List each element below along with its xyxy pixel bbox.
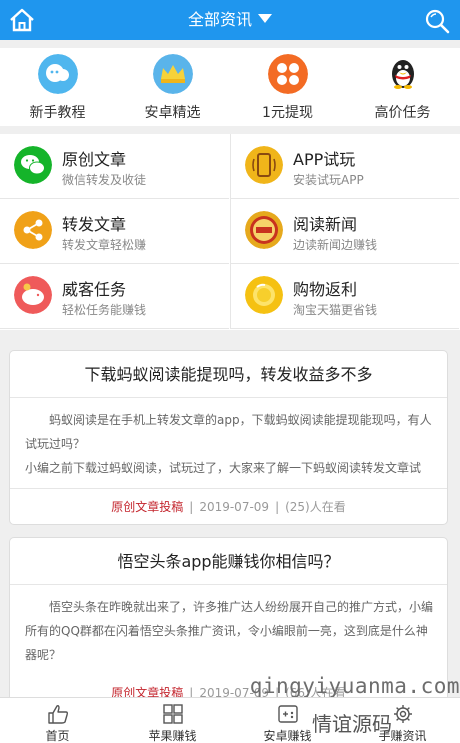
quick-nav-item-withdraw[interactable]: 1元提现 — [230, 48, 345, 126]
piggy-bank-icon — [14, 276, 52, 314]
article-card[interactable]: 下载蚂蚁阅读能提现吗，转发收益多不多 蚂蚁阅读是在手机上转发文章的app，下载蚂… — [9, 350, 448, 525]
gold-coin-icon — [245, 276, 283, 314]
category-title: 转发文章 — [62, 215, 127, 234]
category-read-news[interactable]: 阅读新闻 边读新闻边赚钱 — [230, 199, 459, 264]
category-subtitle: 微信转发及收徒 — [62, 173, 147, 187]
watermark-url: qingyiyuanma.com — [249, 674, 460, 698]
category-subtitle: 淘宝天猫更省钱 — [293, 303, 378, 317]
caret-down-icon — [258, 14, 272, 23]
quick-nav-item-high-task[interactable]: 高价任务 — [345, 48, 460, 126]
page: 全部资讯 新手教程 安卓精选 1元提现 高价任务 原创文章 微信转发及收徒 AP… — [0, 0, 460, 743]
category-subtitle: 安装试玩APP — [293, 173, 364, 187]
quick-nav: 新手教程 安卓精选 1元提现 高价任务 — [0, 48, 460, 126]
article-paragraph: 小编之前下载过蚂蚁阅读，试玩过了，大家来了解一下蚂蚁阅读转发文章试 — [25, 461, 422, 475]
tab-label: 首页 — [45, 729, 70, 743]
article-title[interactable]: 悟空头条app能赚钱你相信吗？ — [10, 538, 447, 585]
quick-nav-label: 安卓精选 — [144, 105, 201, 121]
watermark-name: 情谊源码 — [312, 712, 392, 736]
phone-vibrate-icon — [245, 146, 283, 184]
meta-divider: | — [189, 500, 194, 514]
meta-divider: | — [275, 500, 280, 514]
category-title: 威客任务 — [62, 280, 127, 299]
category-app-trial[interactable]: APP试玩 安装试玩APP — [230, 134, 459, 199]
top-header: 全部资讯 — [0, 0, 460, 40]
article-date: 2019-07-09 — [199, 500, 270, 514]
article-title[interactable]: 下载蚂蚁阅读能提现吗，转发收益多不多 — [10, 351, 447, 398]
category-grid: 原创文章 微信转发及收徒 APP试玩 安装试玩APP 转发文章 转发文章轻松赚 — [0, 134, 460, 330]
newbie-tutorial-icon — [37, 54, 78, 94]
quick-nav-item-newbie[interactable]: 新手教程 — [0, 48, 115, 126]
quick-nav-label: 高价任务 — [374, 105, 431, 121]
wechat-icon — [14, 146, 52, 184]
category-witkey-task[interactable]: 威客任务 轻松任务能赚钱 — [0, 264, 229, 329]
category-original-article[interactable]: 原创文章 微信转发及收徒 — [0, 134, 229, 199]
category-subtitle: 边读新闻边赚钱 — [293, 238, 378, 252]
article-views: (25)人在看 — [285, 500, 346, 514]
category-subtitle: 轻松任务能赚钱 — [62, 303, 147, 317]
article-excerpt: 蚂蚁阅读是在手机上转发文章的app，下载蚂蚁阅读能提现能现吗，有人试玩过吗？ 小… — [10, 398, 447, 488]
thumbs-up-icon — [47, 705, 68, 724]
share-icon — [14, 211, 52, 249]
gear-icon — [393, 705, 412, 723]
crown-icon — [152, 54, 193, 94]
article-excerpt: 悟空头条在昨晚就出来了，许多推广达人纷纷展开自己的推广方式，小编所有的QQ群都在… — [10, 585, 447, 675]
category-title: 购物返利 — [293, 280, 358, 299]
flower-icon — [267, 54, 308, 94]
grid-icon — [162, 704, 183, 724]
category-title: APP试玩 — [293, 150, 356, 169]
penguin-icon — [391, 60, 414, 89]
quick-nav-label: 新手教程 — [29, 105, 86, 121]
quick-nav-item-android[interactable]: 安卓精选 — [115, 48, 230, 126]
page-title: 全部资讯 — [187, 10, 252, 29]
category-title: 阅读新闻 — [293, 215, 358, 234]
tab-apple-earn[interactable]: 苹果赚钱 — [115, 698, 230, 743]
gamepad-icon — [277, 705, 298, 723]
category-forward-article[interactable]: 转发文章 转发文章轻松赚 — [0, 199, 229, 264]
article-meta: 原创文章投稿 | 2019-07-09 | (25)人在看 — [10, 488, 447, 524]
category-title: 原创文章 — [62, 150, 127, 169]
search-icon[interactable] — [424, 8, 450, 34]
quick-nav-label: 1元提现 — [262, 105, 313, 121]
article-paragraph: 悟空头条在昨晚就出来了，许多推广达人纷纷展开自己的推广方式，小编所有的QQ群都在… — [25, 600, 434, 662]
tab-home[interactable]: 首页 — [0, 698, 115, 743]
article-paragraph: 蚂蚁阅读是在手机上转发文章的app，下载蚂蚁阅读能提现能现吗，有人试玩过吗？ — [25, 413, 432, 451]
category-shopping-rebate[interactable]: 购物返利 淘宝天猫更省钱 — [230, 264, 459, 329]
article-source-link[interactable]: 原创文章投稿 — [111, 500, 183, 514]
read-badge-icon — [245, 211, 283, 249]
category-dropdown[interactable]: 全部资讯 — [0, 0, 460, 40]
category-subtitle: 转发文章轻松赚 — [62, 238, 147, 252]
tab-label: 苹果赚钱 — [148, 729, 197, 743]
